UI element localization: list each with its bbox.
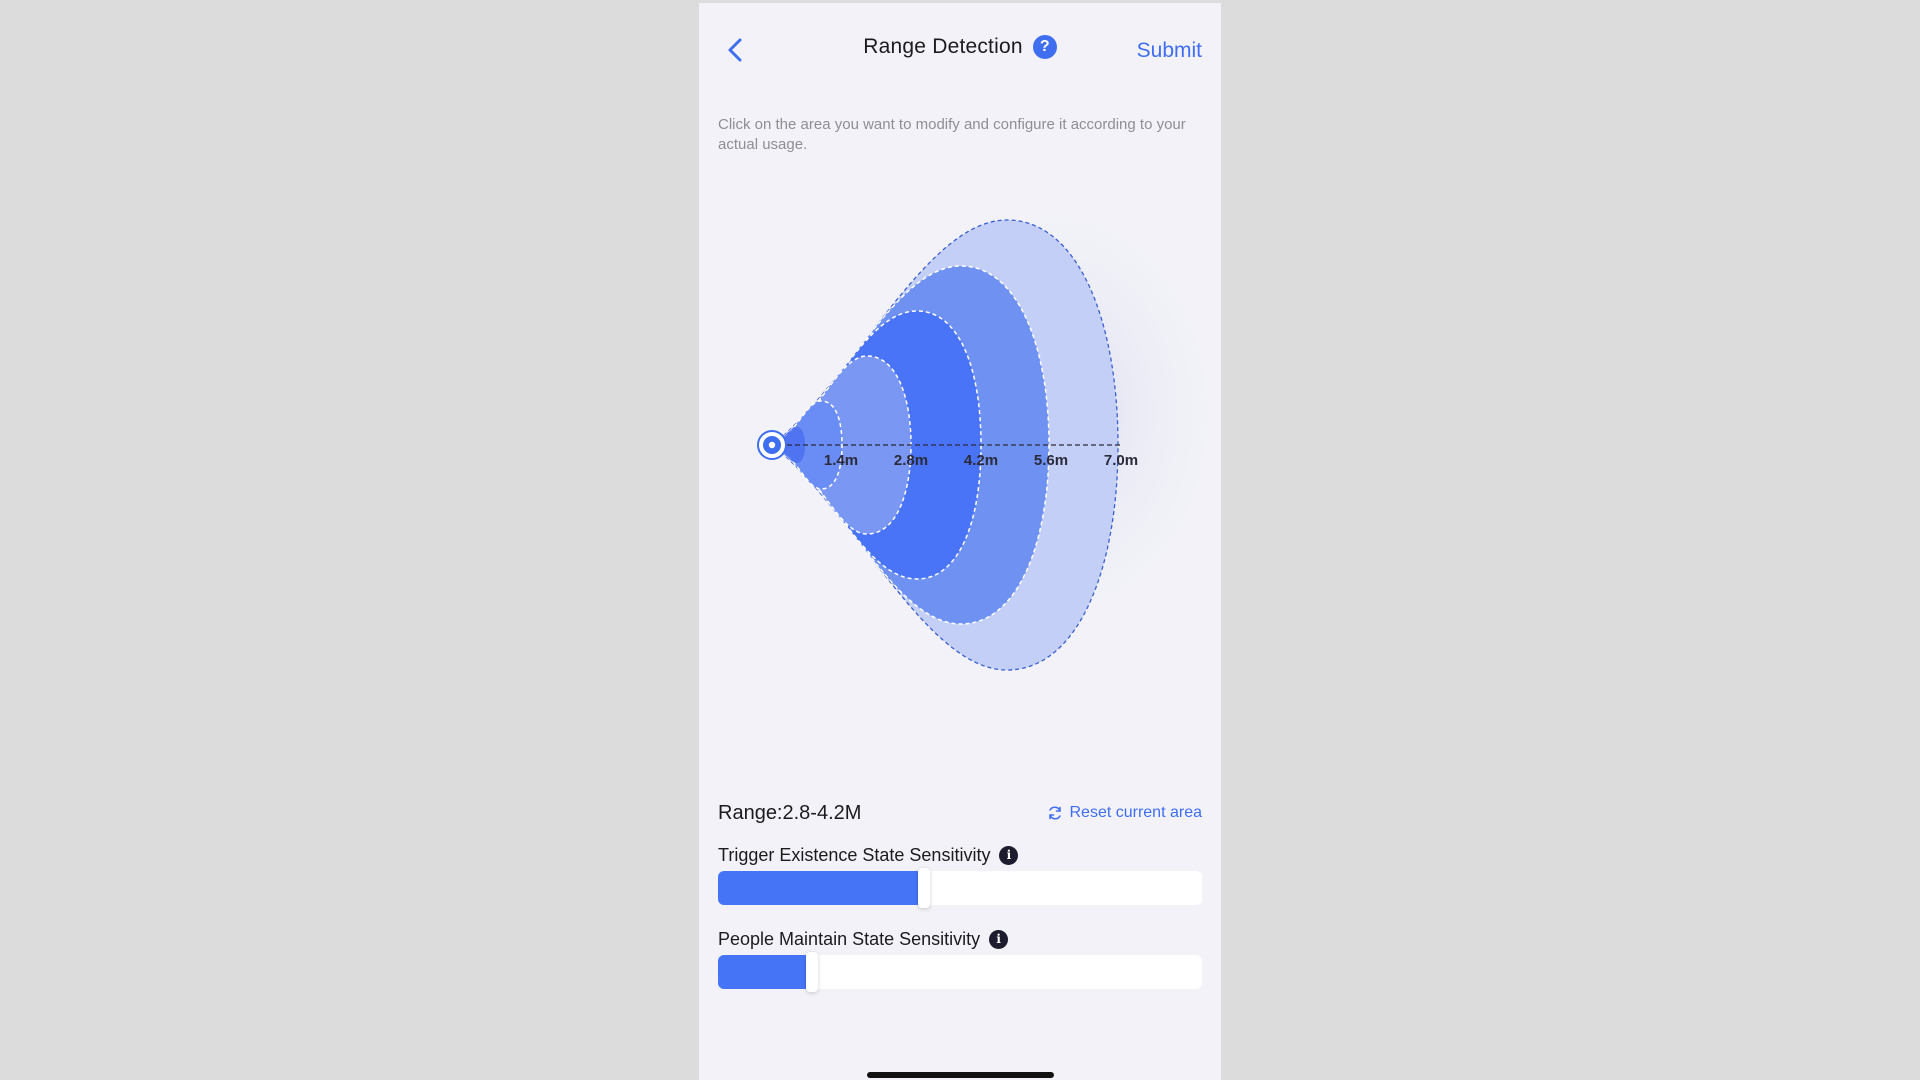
reset-area-button[interactable]: Reset current area xyxy=(1047,804,1202,822)
info-icon[interactable]: i xyxy=(989,930,1009,949)
range-diagram-svg: 1.4m 2.8m 4.2m 5.6m 7.0m xyxy=(757,183,1221,671)
home-indicator xyxy=(867,1072,1054,1078)
submit-button[interactable]: Submit xyxy=(1137,39,1202,63)
trigger-sensitivity-text: Trigger Existence State Sensitivity xyxy=(718,845,991,865)
sensor-icon xyxy=(757,430,787,460)
help-icon[interactable]: ? xyxy=(1032,35,1057,60)
slider-fill xyxy=(718,955,813,989)
reset-area-label: Reset current area xyxy=(1069,804,1202,821)
range-diagram: 1.4m 2.8m 4.2m 5.6m 7.0m xyxy=(699,163,1221,743)
distance-label: 7.0m xyxy=(1104,452,1138,469)
settings-panel: Range:2.8-4.2M Reset current area Trigge… xyxy=(699,783,1221,1080)
phone-screen: Range Detection? Submit Click on the are… xyxy=(699,3,1221,1080)
distance-label: 1.4m xyxy=(824,452,858,469)
slider-handle[interactable] xyxy=(917,868,930,908)
page-title: Range Detection xyxy=(863,35,1023,59)
range-label: Range:2.8-4.2M xyxy=(718,802,862,824)
instructions-text: Click on the area you want to modify and… xyxy=(718,116,1186,153)
info-icon[interactable]: i xyxy=(999,846,1019,865)
slider-handle[interactable] xyxy=(806,952,819,992)
header-bar: Range Detection? Submit xyxy=(699,3,1221,99)
trigger-sensitivity-label: Trigger Existence State Sensitivity i xyxy=(718,845,1019,866)
maintain-sensitivity-text: People Maintain State Sensitivity xyxy=(718,929,981,949)
distance-label: 5.6m xyxy=(1034,452,1068,469)
distance-label: 2.8m xyxy=(894,452,928,469)
trigger-sensitivity-slider[interactable] xyxy=(718,868,1202,908)
distance-label: 4.2m xyxy=(964,452,998,469)
slider-fill xyxy=(718,871,924,905)
refresh-icon xyxy=(1049,806,1062,820)
maintain-sensitivity-label: People Maintain State Sensitivity i xyxy=(718,929,1009,950)
maintain-sensitivity-slider[interactable] xyxy=(718,952,1202,992)
